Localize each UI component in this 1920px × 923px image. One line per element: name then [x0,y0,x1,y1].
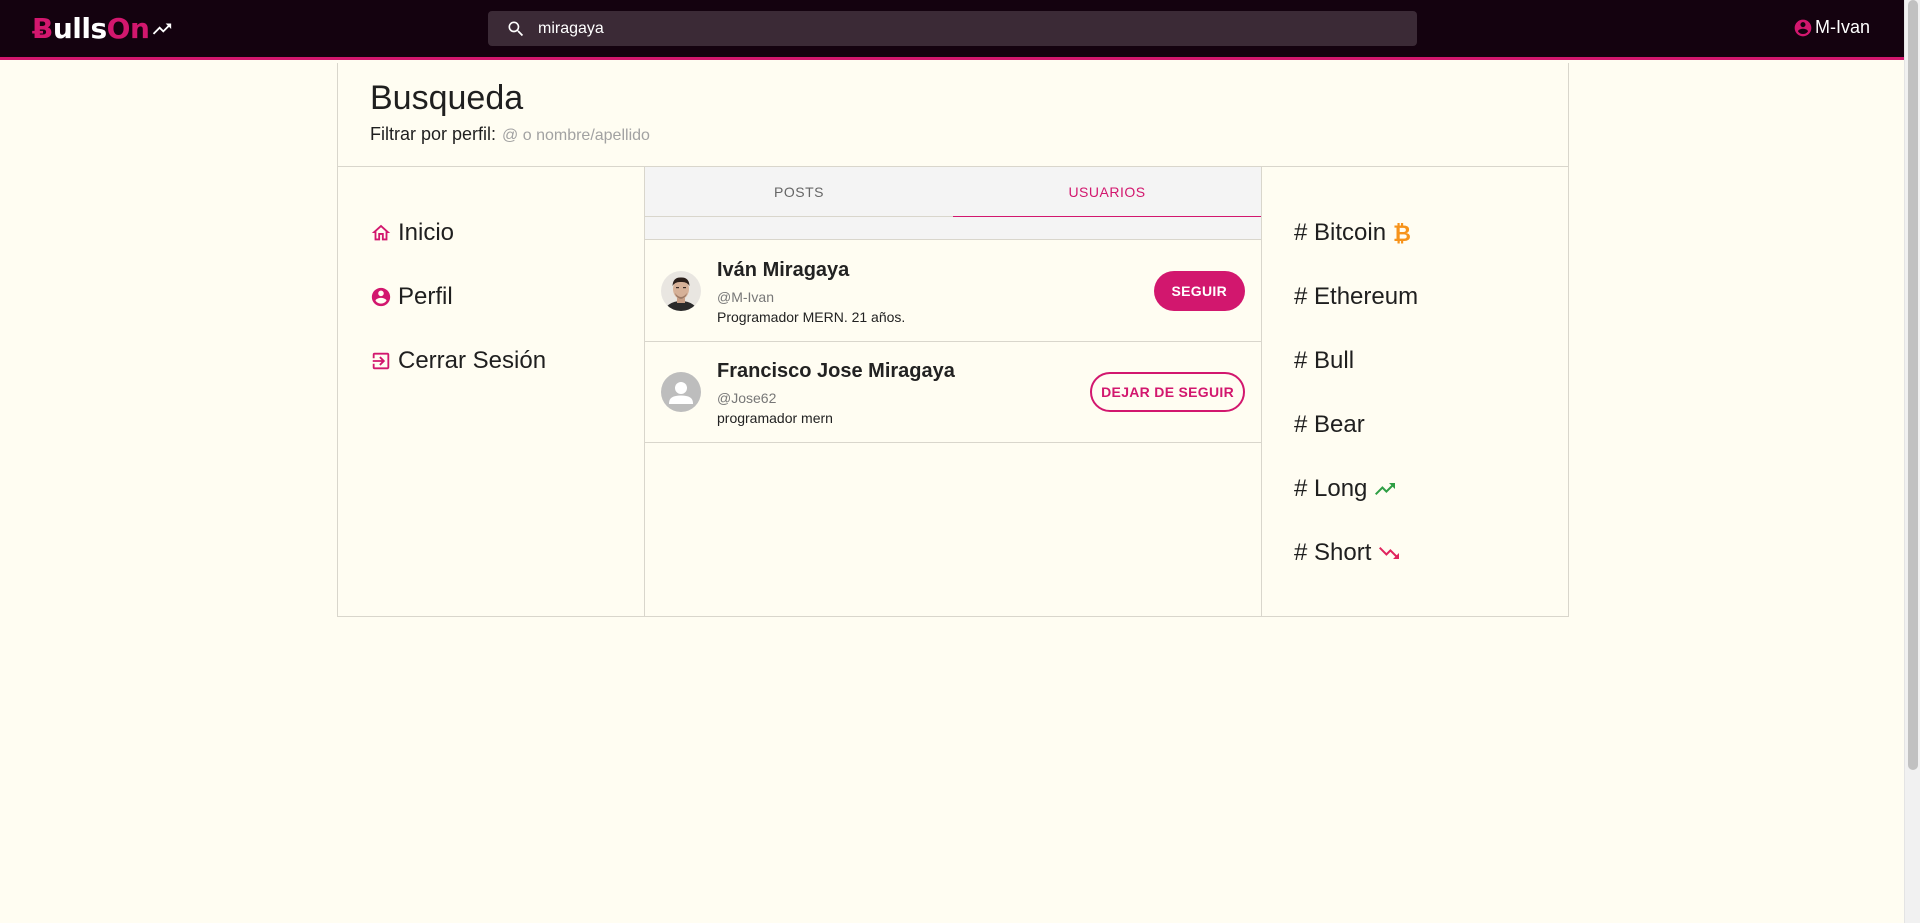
logout-icon [370,350,392,372]
logo-bitcoin-letter: Ƀ [32,12,53,45]
trending-down-icon [1377,541,1401,565]
user-name[interactable]: Francisco Jose Miragaya [717,360,955,383]
results-tabs: POSTS USUARIOS [645,167,1261,218]
sidebar-item-perfil[interactable]: Perfil [370,283,453,311]
trending-up-icon [1373,477,1397,501]
top-app-bar: ɃullsOn M-Ivan [0,0,1904,60]
user-bio: programador mern [717,410,833,426]
tag-label: # Bull [1294,347,1355,374]
brand-logo[interactable]: Ƀulls On [32,12,173,45]
bitcoin-icon: ₿ [1392,221,1412,245]
profile-filter-input[interactable] [502,127,703,145]
scrollbar-thumb[interactable] [1908,0,1918,770]
user-name[interactable]: Iván Miragaya [717,259,849,282]
default-person-icon[interactable] [661,372,701,412]
avatar[interactable] [661,271,701,311]
search-icon [506,19,526,39]
tag-bitcoin[interactable]: # Bitcoin ₿ [1294,219,1412,247]
svg-text:₿: ₿ [1393,222,1411,245]
page-title: Busqueda [370,79,524,117]
tag-ethereum[interactable]: # Ethereum [1294,283,1418,311]
tab-usuarios[interactable]: USUARIOS [953,167,1261,218]
logo-text-ulls: ulls [52,12,107,45]
search-page-card: Busqueda Filtrar por perfil: Inicio Perf… [337,63,1569,617]
sidebar-nav: Inicio Perfil Cerrar Sesión [338,167,645,616]
tag-label: # Ethereum [1294,283,1419,310]
tag-label: # Bitcoin [1294,219,1387,246]
tag-bull[interactable]: # Bull [1294,347,1354,375]
page-scrollbar[interactable] [1904,0,1920,923]
tag-bear[interactable]: # Bear [1294,411,1365,439]
tag-long[interactable]: # Long [1294,475,1397,503]
user-menu[interactable]: M-Ivan [1793,17,1870,38]
user-bio: Programador MERN. 21 años. [717,309,906,325]
search-bar[interactable] [488,11,1417,46]
user-result-row[interactable]: Iván Miragaya @M-Ivan Programador MERN. … [645,241,1261,342]
follow-button[interactable]: SEGUIR [1153,271,1245,311]
home-icon [370,222,392,244]
filter-label: Filtrar por perfil: [370,124,497,144]
tabs-spacer [645,217,1261,240]
tag-label: # Bear [1294,411,1365,438]
search-input[interactable] [538,19,1358,38]
tab-posts[interactable]: POSTS [645,167,953,217]
tag-label: # Long [1294,475,1368,502]
unfollow-button[interactable]: DEJAR DE SEGUIR [1090,372,1245,412]
user-handle: @M-Ivan [717,289,774,305]
logo-text-on: On [106,12,150,45]
account-circle-icon [370,286,392,308]
sidebar-item-label: Inicio [398,219,455,246]
results-panel: POSTS USUARIOS Iván Miragaya @M-Ivan Pro [645,167,1261,616]
trending-tags: # Bitcoin ₿ # Ethereum # Bull # Bear # L… [1261,167,1569,616]
tag-short[interactable]: # Short [1294,539,1401,567]
tag-label: # Short [1294,539,1372,566]
sidebar-item-label: Perfil [398,283,453,310]
account-circle-icon [1793,18,1813,38]
user-handle: @Jose62 [717,390,777,406]
sidebar-item-cerrar-sesion[interactable]: Cerrar Sesión [370,347,546,375]
sidebar-item-inicio[interactable]: Inicio [370,219,454,247]
user-result-row[interactable]: Francisco Jose Miragaya @Jose62 programa… [645,342,1261,443]
trending-up-icon [151,18,173,40]
sidebar-item-label: Cerrar Sesión [398,347,547,374]
profile-filter: Filtrar por perfil: [370,124,703,145]
username-label: M-Ivan [1814,17,1870,37]
